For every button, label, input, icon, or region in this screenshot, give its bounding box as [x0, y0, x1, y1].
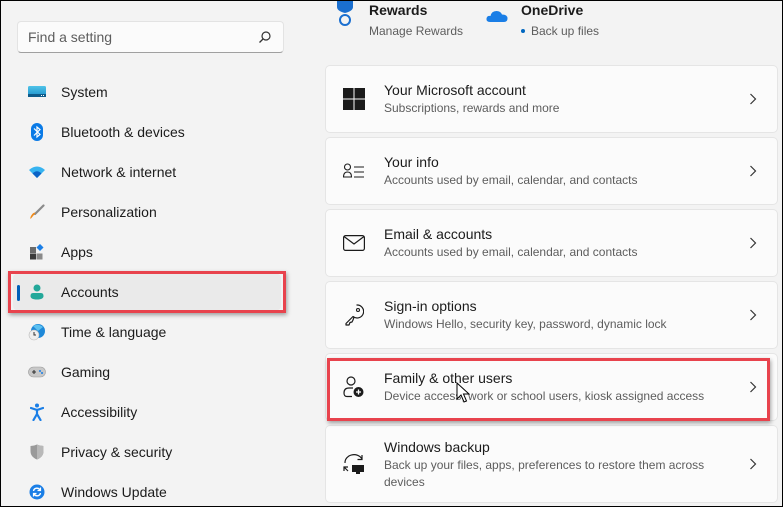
- onedrive-tile[interactable]: OneDrive Back up files: [483, 1, 599, 41]
- card-subtitle: Device access, work or school users, kio…: [384, 389, 705, 403]
- sidebar-item-label: Personalization: [61, 204, 157, 220]
- accessibility-icon: [27, 402, 47, 422]
- sidebar-item-time-language[interactable]: Time & language: [13, 314, 281, 350]
- shield-icon: [27, 442, 47, 462]
- tile-title: OneDrive: [521, 2, 584, 18]
- chevron-right-icon: [745, 91, 761, 107]
- card-title: Email & accounts: [384, 226, 493, 242]
- status-dot: [521, 29, 525, 33]
- person-add-icon: [342, 375, 366, 399]
- sidebar-item-accounts[interactable]: Accounts: [13, 274, 281, 310]
- mouse-cursor-icon: [456, 382, 470, 403]
- card-family-other-users[interactable]: Family & other users Device access, work…: [325, 353, 778, 421]
- chevron-right-icon: [745, 307, 761, 323]
- paintbrush-icon: [27, 202, 47, 222]
- apps-icon: [27, 242, 47, 262]
- card-title: Sign-in options: [384, 298, 477, 314]
- tile-title: Rewards: [369, 2, 428, 18]
- sidebar-item-apps[interactable]: Apps: [13, 234, 281, 270]
- sidebar-nav: System Bluetooth & devices Network & int…: [1, 74, 301, 506]
- chevron-right-icon: [745, 379, 761, 395]
- sidebar-item-privacy-security[interactable]: Privacy & security: [13, 434, 281, 470]
- sidebar-item-label: Time & language: [61, 324, 167, 340]
- card-title: Your Microsoft account: [384, 82, 526, 98]
- tile-subtitle: Back up files: [521, 21, 599, 41]
- update-icon: [27, 482, 47, 502]
- system-icon: [27, 82, 47, 102]
- person-list-icon: [342, 159, 366, 183]
- sidebar-item-accessibility[interactable]: Accessibility: [13, 394, 281, 430]
- key-icon: [342, 303, 366, 327]
- chevron-right-icon: [745, 163, 761, 179]
- card-subtitle: Subscriptions, rewards and more: [384, 101, 560, 115]
- backup-icon: [342, 452, 366, 476]
- card-your-info[interactable]: Your info Accounts used by email, calend…: [325, 137, 778, 205]
- search-box[interactable]: [17, 21, 284, 53]
- search-icon[interactable]: [257, 29, 273, 45]
- card-subtitle: Accounts used by email, calendar, and co…: [384, 173, 638, 187]
- card-title: Your info: [384, 154, 439, 170]
- sidebar-item-gaming[interactable]: Gaming: [13, 354, 281, 390]
- account-settings-list: Your Microsoft account Subscriptions, re…: [325, 65, 778, 506]
- tile-subtitle-text: Back up files: [531, 24, 600, 38]
- top-tiles: Rewards Manage Rewards OneDrive Back up …: [331, 1, 781, 51]
- sidebar-item-label: Bluetooth & devices: [61, 124, 185, 140]
- card-windows-backup[interactable]: Windows backup Back up your files, apps,…: [325, 425, 778, 503]
- bluetooth-icon: [27, 122, 47, 142]
- sidebar-item-label: Accessibility: [61, 404, 138, 420]
- card-title: Windows backup: [384, 438, 490, 455]
- sidebar-item-label: Accounts: [61, 284, 119, 300]
- card-subtitle: Back up your files, apps, preferences to…: [384, 457, 705, 489]
- wifi-icon: [27, 162, 47, 182]
- card-email-accounts[interactable]: Email & accounts Accounts used by email,…: [325, 209, 778, 277]
- card-subtitle: Windows Hello, security key, password, d…: [384, 317, 667, 331]
- person-icon: [27, 282, 47, 302]
- card-subtitle: Accounts used by email, calendar, and co…: [384, 245, 638, 259]
- sidebar-item-system[interactable]: System: [13, 74, 281, 110]
- sidebar-item-windows-update[interactable]: Windows Update: [13, 474, 281, 506]
- sidebar-item-network[interactable]: Network & internet: [13, 154, 281, 190]
- card-sign-in-options[interactable]: Sign-in options Windows Hello, security …: [325, 281, 778, 349]
- search-input[interactable]: [28, 29, 257, 45]
- rewards-tile[interactable]: Rewards Manage Rewards: [331, 1, 463, 41]
- gamepad-icon: [27, 362, 47, 382]
- mail-icon: [342, 231, 366, 255]
- card-title: Family & other users: [384, 370, 513, 386]
- sidebar-item-label: Windows Update: [61, 484, 167, 500]
- chevron-right-icon: [745, 456, 761, 472]
- sidebar-item-label: Gaming: [61, 364, 111, 380]
- chevron-right-icon: [745, 235, 761, 251]
- sidebar-item-bluetooth[interactable]: Bluetooth & devices: [13, 114, 281, 150]
- sidebar-item-label: Apps: [61, 244, 93, 260]
- sidebar-item-personalization[interactable]: Personalization: [13, 194, 281, 230]
- sidebar-item-label: System: [61, 84, 108, 100]
- clock-globe-icon: [27, 322, 47, 342]
- sidebar-item-label: Network & internet: [61, 164, 177, 180]
- card-microsoft-account[interactable]: Your Microsoft account Subscriptions, re…: [325, 65, 778, 133]
- sidebar-item-label: Privacy & security: [61, 444, 173, 460]
- medal-icon: [331, 1, 359, 41]
- cloud-icon: [483, 1, 511, 41]
- tile-subtitle: Manage Rewards: [369, 24, 464, 38]
- settings-window: System Bluetooth & devices Network & int…: [1, 1, 782, 506]
- windows-logo-icon: [342, 87, 366, 111]
